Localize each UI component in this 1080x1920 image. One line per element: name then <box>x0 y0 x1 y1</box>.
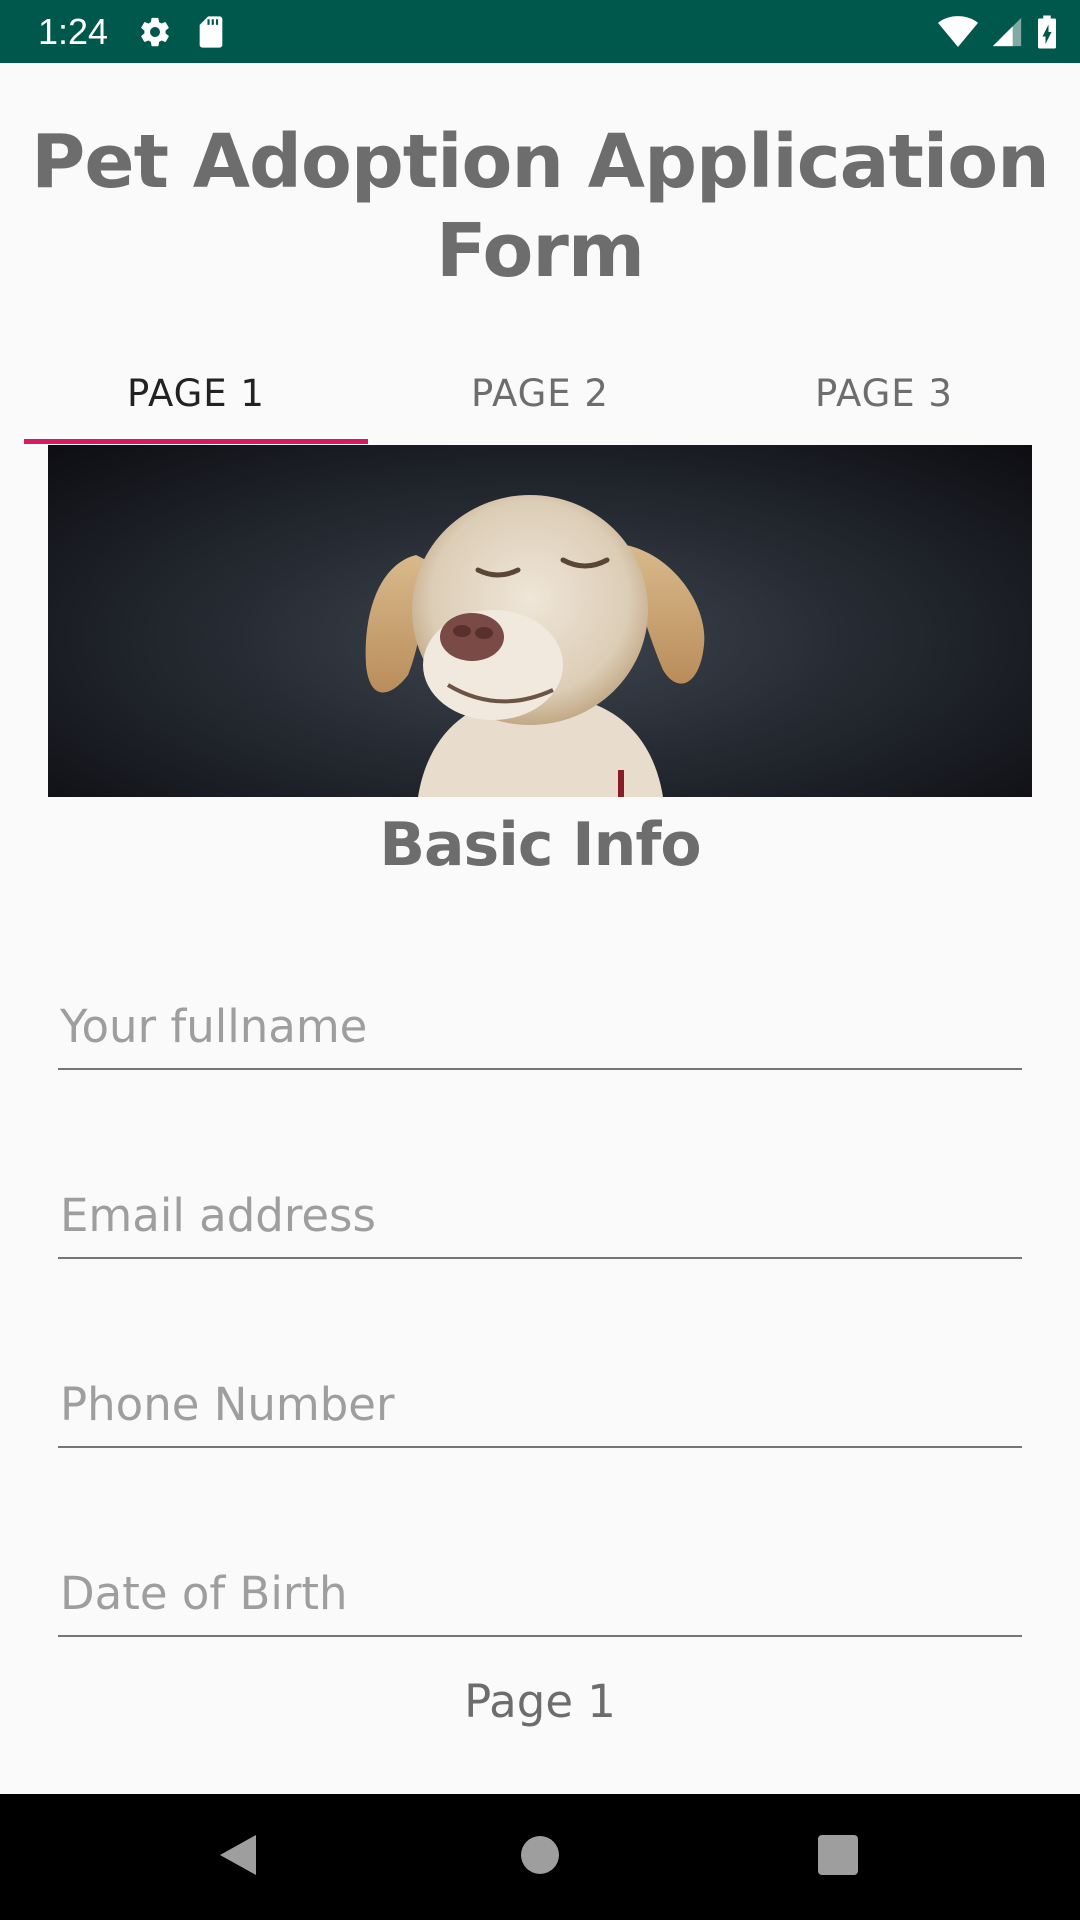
home-icon <box>520 1835 560 1879</box>
wifi-icon <box>938 15 978 49</box>
section-heading: Basic Info <box>379 810 701 880</box>
fullname-field-container <box>58 990 1022 1070</box>
phone-input[interactable] <box>58 1368 1022 1446</box>
cell-signal-icon <box>990 15 1024 49</box>
tab-page-3[interactable]: PAGE 3 <box>712 340 1056 446</box>
recents-icon <box>818 1835 858 1879</box>
hero-dog-image <box>48 445 1032 797</box>
status-bar: 1:24 <box>0 0 1080 63</box>
tab-indicator <box>24 439 368 444</box>
sd-card-icon <box>196 15 226 49</box>
phone-field-container <box>58 1368 1022 1448</box>
email-field-container <box>58 1179 1022 1259</box>
fullname-input[interactable] <box>58 990 1022 1068</box>
status-time: 1:24 <box>38 10 109 52</box>
tab-bar: PAGE 1 PAGE 2 PAGE 3 <box>24 340 1056 446</box>
recents-button[interactable] <box>778 1794 898 1920</box>
page-title: Pet Adoption Application Form <box>31 119 1050 294</box>
tab-label: PAGE 3 <box>815 371 953 415</box>
tab-page-1[interactable]: PAGE 1 <box>24 340 368 446</box>
gear-icon <box>138 15 172 49</box>
dob-field-container <box>58 1557 1022 1637</box>
dob-input[interactable] <box>58 1557 1022 1635</box>
tab-label: PAGE 1 <box>127 371 265 415</box>
navigation-bar <box>0 1794 1080 1920</box>
battery-icon <box>1036 14 1058 50</box>
email-input[interactable] <box>58 1179 1022 1257</box>
home-button[interactable] <box>480 1794 600 1920</box>
back-button[interactable] <box>178 1794 298 1920</box>
tab-label: PAGE 2 <box>471 371 609 415</box>
back-icon <box>216 1831 260 1883</box>
page-indicator-label: Page 1 <box>464 1675 616 1728</box>
tab-page-2[interactable]: PAGE 2 <box>368 340 712 446</box>
